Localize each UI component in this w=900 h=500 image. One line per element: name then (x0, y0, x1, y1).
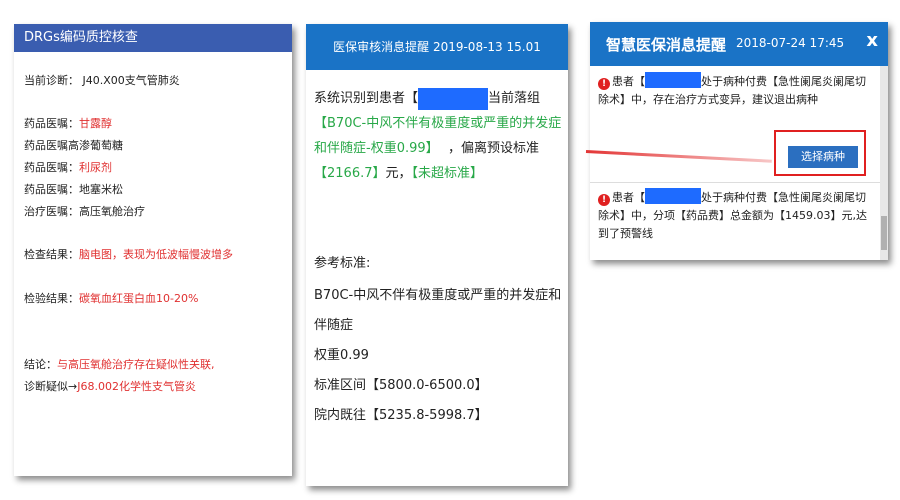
conclusion-label: 结论： (24, 358, 57, 371)
ref-title: 参考标准: (314, 256, 371, 271)
review-message-line-1: 系统识别到患者【 当前落组 (314, 86, 564, 111)
suspected-diagnosis: 诊断疑似→J68.002化学性支气管炎 (24, 380, 196, 394)
order-value: 高渗葡萄糖 (68, 139, 123, 152)
ref-group-line2: 伴随症 (314, 318, 354, 333)
review-message: 系统识别到患者【 当前落组 【B70C-中风不伴有极重度或严重的并发症和伴随症-权… (314, 86, 564, 186)
order-label: 药品医嘱： (24, 183, 79, 196)
drg-qc-panel: DRGs编码质控核查 当前诊断： J40.X00支气管肺炎 药品医嘱：甘露醇 药… (14, 24, 292, 476)
order-row-2: 药品医嘱高渗葡萄糖 (24, 139, 123, 153)
test-label: 检验结果： (24, 292, 79, 305)
msg1-prefix: 患者【 (612, 75, 645, 88)
test-value: 碳氧血红蛋白血10-20% (79, 292, 199, 305)
warning-icon: ! (598, 78, 610, 90)
drg-panel-title: DRGs编码质控核查 (14, 24, 292, 52)
message-item-2: ! 患者【 处于病种付费【急性阑尾炎阑尾切除术】中，分项【药品费】总金额为【1459… (598, 188, 870, 243)
conclusion-value: 与高压氧舱治疗存在疑似性关联, (57, 358, 215, 371)
ref-weight: 权重0.99 (314, 348, 369, 363)
review-panel-title: 医保审核消息提醒 2019-08-13 15.01 (306, 24, 568, 70)
order-value: 高压氧舱治疗 (79, 205, 145, 218)
deviation-text: ，偏离预设标准 (448, 141, 540, 156)
suspect-label: 诊断疑似→ (24, 380, 78, 393)
smart-panel-header: 智慧医保消息提醒 2018-07-24 17:45 x (590, 22, 888, 66)
order-label: 治疗医嘱： (24, 205, 79, 218)
order-value: 甘露醇 (79, 117, 112, 130)
smart-insurance-panel: 智慧医保消息提醒 2018-07-24 17:45 x ! 患者【 处于病种付费【急… (590, 22, 888, 260)
order-label: 药品医嘱 (24, 139, 68, 152)
exam-result: 检查结果：脑电图，表现为低波幅慢波增多 (24, 248, 233, 262)
ref-interval: 标准区间【5800.0-6500.0】 (314, 378, 488, 393)
order-row-4: 药品医嘱：地塞米松 (24, 183, 123, 197)
warning-icon: ! (598, 194, 610, 206)
order-label: 药品医嘱： (24, 117, 79, 130)
amount-line: 【2166.7】元，【未超标准】 (314, 161, 564, 186)
test-result: 检验结果：碳氧血红蛋白血10-20% (24, 292, 198, 306)
deviation-amount: 【2166.7】 (314, 166, 386, 181)
close-icon[interactable]: x (866, 30, 878, 51)
redacted-patient-name (418, 87, 489, 110)
msg-prefix: 系统识别到患者【 (314, 91, 419, 106)
scrollbar[interactable] (880, 66, 888, 260)
order-value: 利尿剂 (79, 161, 112, 174)
amount-unit: 元， (385, 166, 412, 181)
standard-status: 【未超标准】 (411, 166, 484, 181)
order-value: 地塞米松 (79, 183, 123, 196)
insurance-review-panel: 医保审核消息提醒 2019-08-13 15.01 系统识别到患者【 当前落组 【… (306, 24, 568, 486)
redacted-patient-name (645, 72, 701, 88)
smart-panel-title: 智慧医保消息提醒 (606, 36, 727, 54)
order-label: 药品医嘱： (24, 161, 79, 174)
current-diagnosis: 当前诊断： J40.X00支气管肺炎 (24, 74, 180, 87)
select-disease-button[interactable]: 选择病种 (788, 146, 858, 168)
smart-panel-datetime: 2018-07-24 17:45 (736, 36, 845, 50)
scrollbar-thumb[interactable] (881, 216, 887, 250)
order-row-3: 药品医嘱：利尿剂 (24, 161, 112, 175)
order-row-1: 药品医嘱：甘露醇 (24, 117, 112, 131)
msg2-prefix: 患者【 (612, 191, 645, 204)
ref-hospital-history: 院内既往【5235.8-5998.7】 (314, 408, 488, 423)
exam-label: 检查结果： (24, 248, 79, 261)
exam-value: 脑电图，表现为低波幅慢波增多 (79, 248, 233, 261)
message-item-1: ! 患者【 处于病种付费【急性阑尾炎阑尾切除术】中，存在治疗方式变异，建议退出病种 (598, 72, 870, 109)
divider (590, 182, 888, 183)
suspect-value: J68.002化学性支气管炎 (77, 380, 196, 393)
msg-suffix: 当前落组 (488, 91, 541, 106)
order-row-5: 治疗医嘱：高压氧舱治疗 (24, 205, 145, 219)
redacted-patient-name (645, 188, 701, 204)
highlight-box: 选择病种 (774, 130, 866, 176)
conclusion: 结论：与高压氧舱治疗存在疑似性关联, (24, 358, 215, 372)
ref-group-line1: B70C-中风不伴有极重度或严重的并发症和 (314, 288, 562, 303)
